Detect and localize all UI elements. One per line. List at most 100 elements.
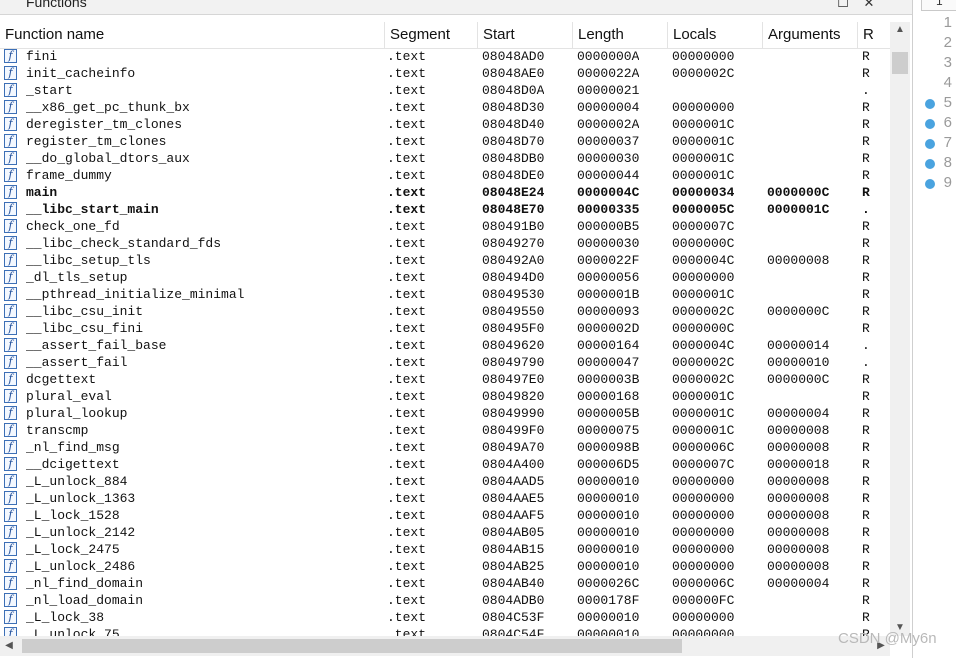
segment-cell: .text <box>387 372 427 387</box>
table-row[interactable]: f fini .text 08048AD0 0000000A 00000000 R <box>0 48 890 65</box>
restore-button[interactable]: ☐ <box>836 0 850 10</box>
col-r[interactable]: R <box>858 22 890 48</box>
table-row[interactable]: f _L_unlock_75 .text 0804C54F 00000010 000000… <box>0 626 890 636</box>
arguments-cell: 00000010 <box>767 355 830 370</box>
length-cell: 0000022F <box>577 253 640 268</box>
gutter-line: 4 <box>913 74 956 94</box>
breakpoint-dot-icon[interactable] <box>925 99 935 109</box>
editor-tab-label: 1 <box>936 0 943 8</box>
table-row[interactable]: f _L_unlock_2486 .text 0804AB25 00000010 0000… <box>0 558 890 575</box>
table-row[interactable]: f plural_eval .text 08049820 00000168 0000001… <box>0 388 890 405</box>
function-icon: f <box>4 593 17 607</box>
breakpoint-dot-icon[interactable] <box>925 119 935 129</box>
start-cell: 08049820 <box>482 389 545 404</box>
col-arguments[interactable]: Arguments <box>763 22 858 48</box>
start-cell: 0804AB40 <box>482 576 545 591</box>
segment-cell: .text <box>387 593 427 608</box>
table-row[interactable]: f __do_global_dtors_aux .text 08048DB0 00000… <box>0 150 890 167</box>
segment-cell: .text <box>387 423 427 438</box>
table-row[interactable]: f __libc_setup_tls .text 080492A0 0000022F 00… <box>0 252 890 269</box>
table-row[interactable]: f __x86_get_pc_thunk_bx .text 08048D30 00000… <box>0 99 890 116</box>
table-row[interactable]: f _L_unlock_2142 .text 0804AB05 00000010 0000… <box>0 524 890 541</box>
r-cell: R <box>862 440 870 455</box>
start-cell: 08048E24 <box>482 185 545 200</box>
vertical-scroll-thumb[interactable] <box>892 52 908 74</box>
table-row[interactable]: f __assert_fail_base .text 08049620 00000164… <box>0 337 890 354</box>
length-cell: 00000164 <box>577 338 640 353</box>
length-cell: 00000021 <box>577 83 640 98</box>
table-row[interactable]: f _L_unlock_884 .text 0804AAD5 00000010 00000… <box>0 473 890 490</box>
table-row[interactable]: f init_cacheinfo .text 08048AE0 0000022A 0000… <box>0 65 890 82</box>
horizontal-scroll-thumb[interactable] <box>22 639 682 653</box>
table-row[interactable]: f transcmp .text 080499F0 00000075 0000001C 00… <box>0 422 890 439</box>
editor-tab[interactable]: 1 <box>921 0 956 11</box>
function-name-cell: __libc_check_standard_fds <box>26 236 222 251</box>
locals-cell: 0000004C <box>672 338 735 353</box>
table-row[interactable]: f __dcigettext .text 0804A400 000006D5 000000… <box>0 456 890 473</box>
function-name-cell: _nl_load_domain <box>26 593 144 608</box>
table-row[interactable]: f _start .text 08048D0A 00000021. <box>0 82 890 99</box>
table-row[interactable]: f plural_lookup .text 08049990 0000005B 00000… <box>0 405 890 422</box>
function-name-cell: __x86_get_pc_thunk_bx <box>26 100 190 115</box>
breakpoint-dot-icon[interactable] <box>925 179 935 189</box>
table-row[interactable]: f frame_dummy .text 08048DE0 00000044 0000001… <box>0 167 890 184</box>
table-row[interactable]: f _dl_tls_setup .text 080494D0 00000056 00000… <box>0 269 890 286</box>
table-row[interactable]: f main .text 08048E24 0000004C 00000034 000000… <box>0 184 890 201</box>
table-row[interactable]: f __libc_csu_init .text 08049550 00000093 000… <box>0 303 890 320</box>
segment-cell: .text <box>387 83 427 98</box>
scroll-left-icon[interactable]: ◀ <box>0 636 18 656</box>
table-row[interactable]: f _nl_find_domain .text 0804AB40 0000026C 000… <box>0 575 890 592</box>
scroll-up-icon[interactable]: ▲ <box>890 22 910 38</box>
function-name-cell: _L_unlock_1363 <box>26 491 136 506</box>
vertical-scrollbar[interactable]: ▲ ▼ <box>890 22 910 636</box>
table-row[interactable]: f _L_unlock_1363 .text 0804AAE5 00000010 0000… <box>0 490 890 507</box>
table-row[interactable]: f _L_lock_38 .text 0804C53F 00000010 00000000… <box>0 609 890 626</box>
function-name-cell: dcgettext <box>26 372 97 387</box>
arguments-cell: 00000008 <box>767 491 830 506</box>
table-row[interactable]: f _nl_find_msg .text 08049A70 0000098B 000000… <box>0 439 890 456</box>
r-cell: R <box>862 49 870 64</box>
col-function-name[interactable]: Function name <box>0 22 385 48</box>
function-icon: f <box>4 423 17 437</box>
length-cell: 00000044 <box>577 168 640 183</box>
segment-cell: .text <box>387 610 427 625</box>
function-name-cell: __dcigettext <box>26 457 120 472</box>
horizontal-scrollbar[interactable]: ◀ ▶ <box>0 636 890 656</box>
segment-cell: .text <box>387 253 427 268</box>
table-row[interactable]: f __libc_csu_fini .text 080495F0 0000002D 000… <box>0 320 890 337</box>
segment-cell: .text <box>387 338 427 353</box>
table-row[interactable]: f _nl_load_domain .text 0804ADB0 0000178F 000… <box>0 592 890 609</box>
col-segment[interactable]: Segment <box>385 22 478 48</box>
col-length[interactable]: Length <box>573 22 668 48</box>
close-button[interactable]: ✕ <box>862 0 876 10</box>
r-cell: R <box>862 253 870 268</box>
r-cell: R <box>862 542 870 557</box>
table-row[interactable]: f __libc_check_standard_fds .text 08049270 0… <box>0 235 890 252</box>
function-icon: f <box>4 49 17 63</box>
col-start[interactable]: Start <box>478 22 573 48</box>
function-name-cell: _nl_find_msg <box>26 440 120 455</box>
table-row[interactable]: f __libc_start_main .text 08048E70 00000335 0… <box>0 201 890 218</box>
breakpoint-dot-icon[interactable] <box>925 139 935 149</box>
function-name-cell: check_one_fd <box>26 219 120 234</box>
table-row[interactable]: f __pthread_initialize_minimal .text 080495… <box>0 286 890 303</box>
table-row[interactable]: f _L_lock_2475 .text 0804AB15 00000010 000000… <box>0 541 890 558</box>
function-icon: f <box>4 610 17 624</box>
table-row[interactable]: f check_one_fd .text 080491B0 000000B5 000000… <box>0 218 890 235</box>
r-cell: R <box>862 321 870 336</box>
function-name-cell: plural_eval <box>26 389 112 404</box>
segment-cell: .text <box>387 100 427 115</box>
length-cell: 000000B5 <box>577 219 640 234</box>
table-row[interactable]: f dcgettext .text 080497E0 0000003B 0000002C 0… <box>0 371 890 388</box>
table-row[interactable]: f __assert_fail .text 08049790 00000047 00000… <box>0 354 890 371</box>
segment-cell: .text <box>387 406 427 421</box>
arguments-cell: 00000008 <box>767 542 830 557</box>
table-row[interactable]: f register_tm_clones .text 08048D70 00000037… <box>0 133 890 150</box>
table-row[interactable]: f _L_lock_1528 .text 0804AAF5 00000010 000000… <box>0 507 890 524</box>
breakpoint-dot-icon[interactable] <box>925 159 935 169</box>
r-cell: R <box>862 457 870 472</box>
r-cell: R <box>862 593 870 608</box>
table-row[interactable]: f deregister_tm_clones .text 08048D40 000000… <box>0 116 890 133</box>
col-locals[interactable]: Locals <box>668 22 763 48</box>
length-cell: 0000004C <box>577 185 640 200</box>
